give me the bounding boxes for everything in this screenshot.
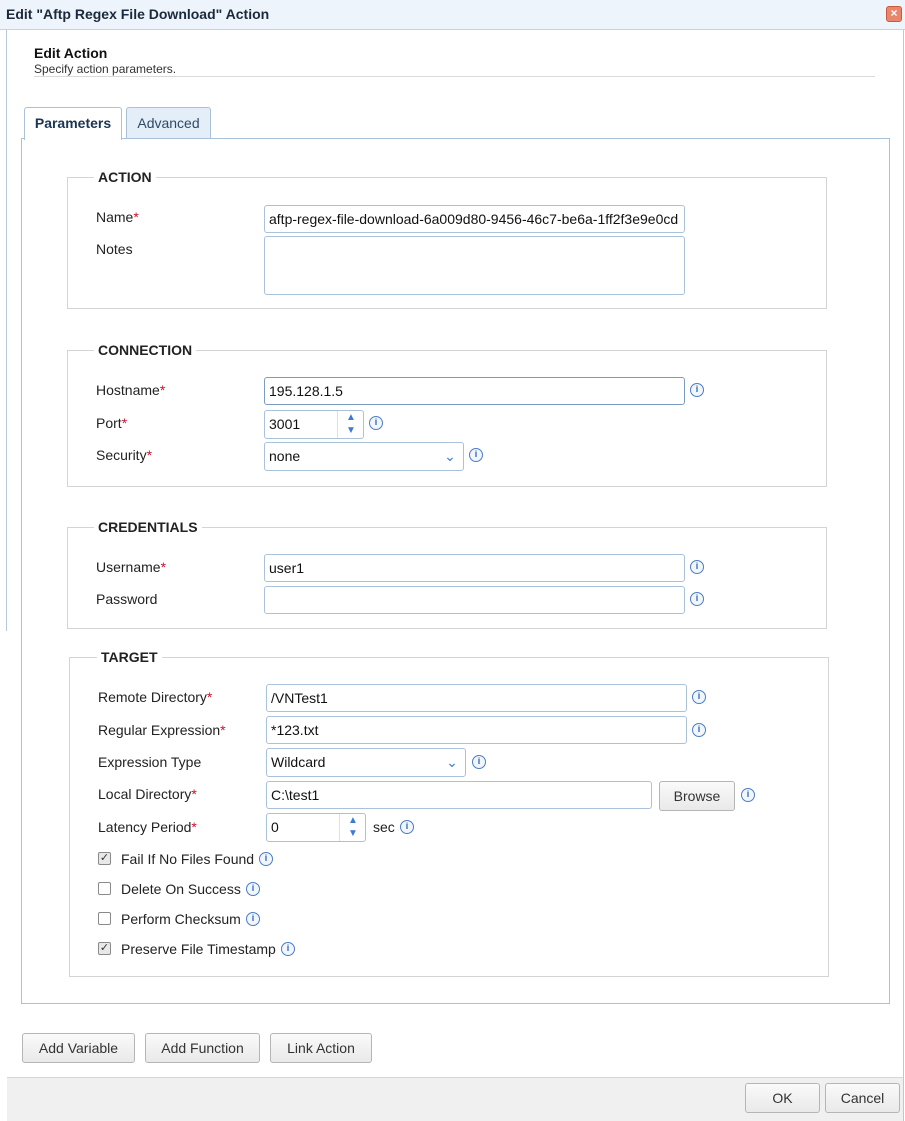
header-divider [34, 76, 875, 77]
local-directory-info-icon[interactable]: i [741, 788, 755, 802]
name-input[interactable] [264, 205, 685, 233]
port-label: Port* [96, 415, 128, 431]
fail-no-files-info-icon[interactable]: i [259, 852, 273, 866]
latency-decrement-icon[interactable]: ▼ [340, 827, 366, 840]
hostname-input[interactable] [264, 377, 685, 405]
expression-type-selected: Wildcard [271, 754, 326, 770]
tab-parameters[interactable]: Parameters [24, 107, 122, 140]
latency-increment-icon[interactable]: ▲ [340, 814, 366, 827]
preserve-timestamp-label: Preserve File Timestamp [121, 941, 276, 957]
local-directory-input[interactable] [266, 781, 652, 809]
username-info-icon[interactable]: i [690, 560, 704, 574]
latency-unit: sec [373, 819, 395, 835]
perform-checksum-info-icon[interactable]: i [246, 912, 260, 926]
expression-type-info-icon[interactable]: i [472, 755, 486, 769]
remote-directory-info-icon[interactable]: i [692, 690, 706, 704]
tab-advanced[interactable]: Advanced [126, 107, 211, 139]
preserve-timestamp-checkbox[interactable]: ✓ [98, 942, 111, 955]
security-selected: none [269, 448, 301, 464]
password-input[interactable] [264, 586, 685, 614]
window-titlebar: Edit "Aftp Regex File Download" Action × [0, 0, 905, 30]
fail-no-files-checkbox[interactable]: ✓ [98, 852, 111, 865]
target-legend: TARGET [97, 649, 162, 665]
delete-on-success-info-icon[interactable]: i [246, 882, 260, 896]
fail-no-files-label: Fail If No Files Found [121, 851, 255, 867]
password-label: Password [96, 591, 158, 607]
password-info-icon[interactable]: i [690, 592, 704, 606]
link-action-button[interactable]: Link Action [270, 1033, 372, 1063]
dialog-heading: Edit Action [34, 45, 108, 61]
add-function-button[interactable]: Add Function [145, 1033, 260, 1063]
latency-period-label: Latency Period* [98, 819, 197, 835]
name-label: Name* [96, 209, 139, 225]
browse-button[interactable]: Browse [659, 781, 735, 811]
hostname-info-icon[interactable]: i [690, 383, 704, 397]
port-decrement-icon[interactable]: ▼ [338, 424, 364, 437]
chevron-down-icon: ⌄ [446, 754, 458, 770]
cancel-button[interactable]: Cancel [825, 1083, 900, 1113]
username-input[interactable] [264, 554, 685, 582]
perform-checksum-checkbox[interactable] [98, 912, 111, 925]
expression-type-select[interactable]: Wildcard ⌄ [266, 748, 466, 777]
ok-button[interactable]: OK [745, 1083, 820, 1113]
remote-directory-label: Remote Directory* [98, 689, 213, 705]
latency-value: 0 [271, 819, 279, 835]
latency-stepper[interactable]: 0 ▲ ▼ [266, 813, 366, 842]
credentials-legend: CREDENTIALS [94, 519, 202, 535]
local-directory-label: Local Directory* [98, 786, 197, 802]
dialog-subheading: Specify action parameters. [34, 62, 177, 76]
port-info-icon[interactable]: i [369, 416, 383, 430]
username-label: Username* [96, 559, 167, 575]
close-icon[interactable]: × [886, 6, 902, 22]
expression-type-label: Expression Type [98, 754, 202, 770]
delete-on-success-label: Delete On Success [121, 881, 241, 897]
window-title: Edit "Aftp Regex File Download" Action [6, 6, 270, 22]
notes-label: Notes [96, 241, 133, 257]
port-value: 3001 [269, 416, 301, 432]
regex-info-icon[interactable]: i [692, 723, 706, 737]
notes-textarea[interactable] [264, 236, 685, 295]
remote-directory-input[interactable] [266, 684, 687, 712]
latency-info-icon[interactable]: i [400, 820, 414, 834]
chevron-down-icon: ⌄ [444, 448, 456, 464]
add-variable-button[interactable]: Add Variable [22, 1033, 135, 1063]
action-legend: ACTION [94, 169, 156, 185]
perform-checksum-label: Perform Checksum [121, 911, 241, 927]
connection-legend: CONNECTION [94, 342, 197, 358]
preserve-timestamp-info-icon[interactable]: i [281, 942, 295, 956]
security-info-icon[interactable]: i [469, 448, 483, 462]
delete-on-success-checkbox[interactable] [98, 882, 111, 895]
regex-label: Regular Expression* [98, 722, 226, 738]
security-select[interactable]: none ⌄ [264, 442, 464, 471]
hostname-label: Hostname* [96, 382, 166, 398]
regex-input[interactable] [266, 716, 687, 744]
port-stepper[interactable]: 3001 ▲ ▼ [264, 410, 364, 439]
port-increment-icon[interactable]: ▲ [338, 411, 364, 424]
security-label: Security* [96, 447, 153, 463]
